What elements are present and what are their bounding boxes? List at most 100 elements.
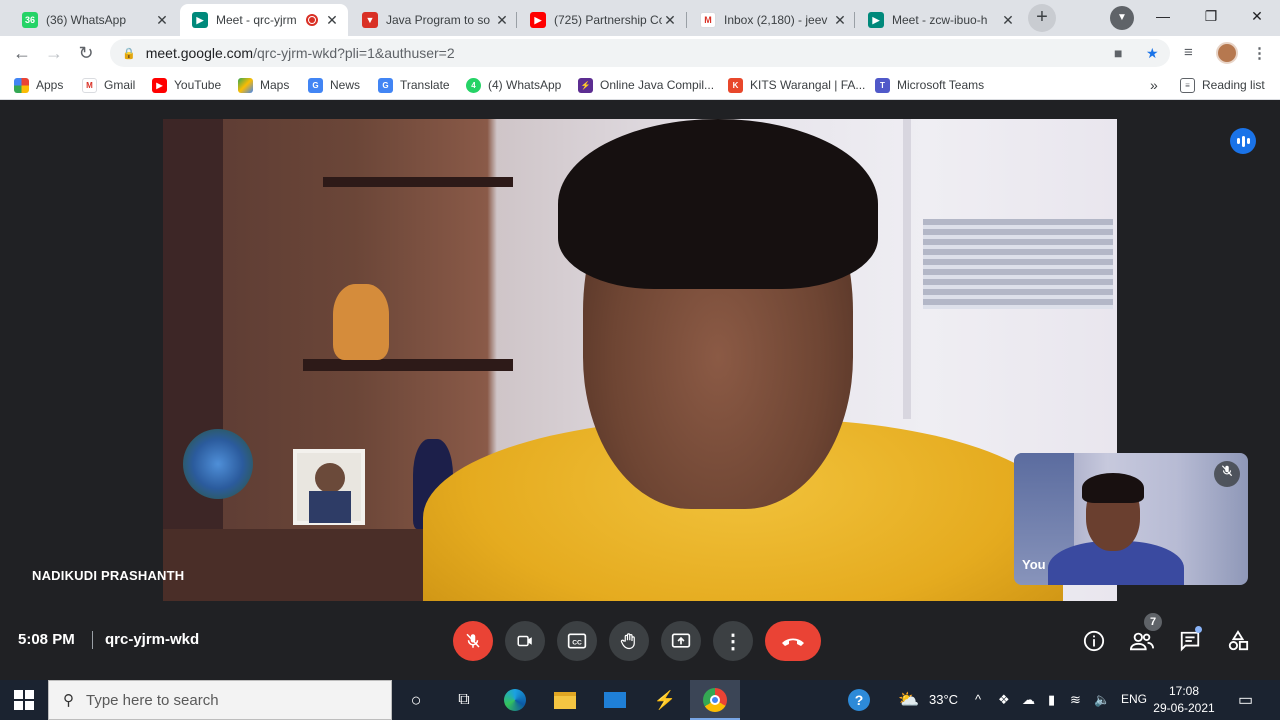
wifi-icon[interactable]: ≋ (1070, 692, 1081, 708)
tab-whatsapp[interactable]: 36 (36) WhatsApp ✕ (10, 4, 178, 36)
onedrive-cloud-icon[interactable]: ☁ (1022, 692, 1035, 708)
camera-icon[interactable]: ■ (1114, 39, 1122, 67)
participant-count-badge: 7 (1144, 613, 1162, 631)
show-hidden-icons-icon[interactable]: ^ (975, 692, 981, 707)
bookmark-apps[interactable]: Apps (14, 76, 63, 94)
toggle-mic-button[interactable] (453, 621, 493, 661)
bookmark-kits[interactable]: K KITS Warangal | FA... (728, 76, 865, 94)
recording-indicator-icon (306, 14, 318, 26)
speaking-indicator-icon (1230, 128, 1256, 154)
tab-search-icon[interactable]: ▼ (1110, 6, 1134, 30)
temperature-label[interactable]: 33°C (929, 692, 958, 707)
tab-meet-active[interactable]: ▶ Meet - qrc-yjrm ✕ (180, 4, 348, 36)
close-tab-icon[interactable]: ✕ (494, 12, 510, 29)
bookmark-label: (4) WhatsApp (488, 78, 562, 92)
self-label: You (1022, 557, 1046, 572)
dropbox-icon[interactable]: ❖ (998, 692, 1010, 708)
taskbar-search-box[interactable]: ⚲ Type here to search (48, 680, 392, 720)
google-meet-icon: ▶ (192, 12, 208, 28)
main-participant-video[interactable] (163, 119, 1117, 601)
close-tab-icon[interactable]: ✕ (1000, 12, 1016, 29)
bookmark-translate[interactable]: G Translate (378, 76, 450, 94)
bookmark-whatsapp[interactable]: 4 (4) WhatsApp (466, 76, 561, 94)
whatsapp-icon: 36 (22, 12, 38, 28)
minimize-button[interactable]: — (1140, 0, 1186, 32)
forward-button[interactable]: → (42, 41, 66, 65)
bookmark-teams[interactable]: T Microsoft Teams (875, 76, 984, 94)
bookmark-label: KITS Warangal | FA... (750, 78, 866, 92)
more-options-button[interactable]: ⋮ (713, 621, 753, 661)
bookmark-youtube[interactable]: ▶ YouTube (152, 76, 221, 94)
menu-kebab-icon[interactable]: ⋮ (1252, 44, 1267, 62)
close-tab-icon[interactable]: ✕ (324, 12, 340, 29)
reload-button[interactable]: ↻ (74, 41, 98, 65)
gmail-icon: M (82, 77, 97, 93)
tab-title: (725) Partnership Co (554, 13, 662, 27)
raise-hand-button[interactable] (609, 621, 649, 661)
notifications-icon[interactable]: ▭ (1238, 690, 1253, 710)
activities-shapes-icon (1228, 630, 1249, 651)
end-call-button[interactable] (765, 621, 821, 661)
people-icon (1130, 632, 1154, 651)
kits-icon: K (728, 77, 743, 93)
chat-icon (1180, 631, 1200, 652)
bookmark-java-compiler[interactable]: ⚡ Online Java Compil... (578, 76, 714, 94)
bookmarks-overflow-button[interactable]: » (1150, 76, 1158, 94)
weather-icon[interactable]: ⛅ (897, 688, 921, 712)
activities-button[interactable] (1222, 625, 1254, 657)
usb-device-icon[interactable]: ▮ (1048, 692, 1055, 708)
close-tab-icon[interactable]: ✕ (832, 12, 848, 29)
tab-java-program[interactable]: ▼ Java Program to so ✕ (350, 4, 518, 36)
volume-icon[interactable]: 🔈 (1094, 692, 1110, 708)
meeting-code: qrc-yjrm-wkd (105, 631, 200, 648)
help-icon[interactable]: ? (847, 688, 871, 712)
bookmark-star-icon[interactable]: ★ (1146, 39, 1159, 67)
vlogo-icon: ▼ (362, 12, 378, 28)
flower-vase (183, 429, 253, 499)
book-stack (923, 219, 1113, 309)
bolt-app-icon[interactable]: ⚡ (653, 688, 677, 712)
photo-frame (293, 449, 365, 525)
profile-avatar[interactable] (1216, 42, 1238, 64)
tab-gmail[interactable]: M Inbox (2,180) - jeev ✕ (688, 4, 856, 36)
toggle-camera-button[interactable] (505, 621, 545, 661)
self-view-tile[interactable]: You (1014, 453, 1248, 585)
windows-start-icon[interactable] (14, 690, 34, 710)
chrome-icon (703, 688, 727, 712)
restore-button[interactable]: ❐ (1188, 0, 1234, 32)
present-screen-button[interactable] (661, 621, 701, 661)
bookmark-maps[interactable]: Maps (238, 76, 289, 94)
lock-icon[interactable]: 🔒 (122, 47, 136, 60)
new-tab-button[interactable]: + (1028, 4, 1056, 32)
meeting-time: 5:08 PM (18, 631, 75, 648)
media-control-icon[interactable]: ≡ (1184, 44, 1193, 61)
chrome-taskbar-button[interactable] (690, 680, 740, 720)
reading-list-button[interactable]: ≡ Reading list (1180, 76, 1265, 94)
file-explorer-icon[interactable] (553, 688, 577, 712)
maps-icon (238, 77, 253, 93)
edge-browser-icon[interactable] (503, 688, 527, 712)
cortana-icon[interactable]: ○ (404, 688, 428, 712)
close-tab-icon[interactable]: ✕ (662, 12, 678, 29)
back-button[interactable]: ← (10, 41, 34, 65)
captions-button[interactable]: CC (557, 621, 597, 661)
taskbar-clock[interactable]: 17:08 29-06-2021 (1152, 683, 1216, 717)
browser-toolbar: ← → ↻ 🔒 meet.google.com/qrc-yjrm-wkd?pli… (0, 36, 1280, 70)
search-icon: ⚲ (63, 692, 74, 709)
address-bar[interactable]: 🔒 meet.google.com/qrc-yjrm-wkd?pli=1&aut… (110, 39, 1170, 67)
bookmark-label: Apps (36, 78, 64, 92)
close-tab-icon[interactable]: ✕ (154, 12, 170, 29)
reading-list-label: Reading list (1202, 78, 1265, 92)
language-indicator[interactable]: ENG (1121, 692, 1147, 706)
bookmark-news[interactable]: G News (308, 76, 360, 94)
tab-youtube[interactable]: ▶ (725) Partnership Co ✕ (518, 4, 686, 36)
meeting-details-button[interactable] (1078, 625, 1110, 657)
task-view-icon[interactable]: ⧉ (452, 688, 476, 712)
whatsapp-icon: 4 (466, 77, 481, 93)
youtube-icon: ▶ (530, 12, 546, 28)
tab-meet-2[interactable]: ▶ Meet - zcw-ibuo-h ✕ (856, 4, 1024, 36)
bookmark-gmail[interactable]: M Gmail (82, 76, 135, 94)
meet-stage: NADIKUDI PRASHANTH You 5:08 PM qrc-yjrm-… (0, 100, 1280, 680)
close-window-button[interactable]: ✕ (1234, 0, 1280, 32)
mail-icon[interactable] (603, 688, 627, 712)
